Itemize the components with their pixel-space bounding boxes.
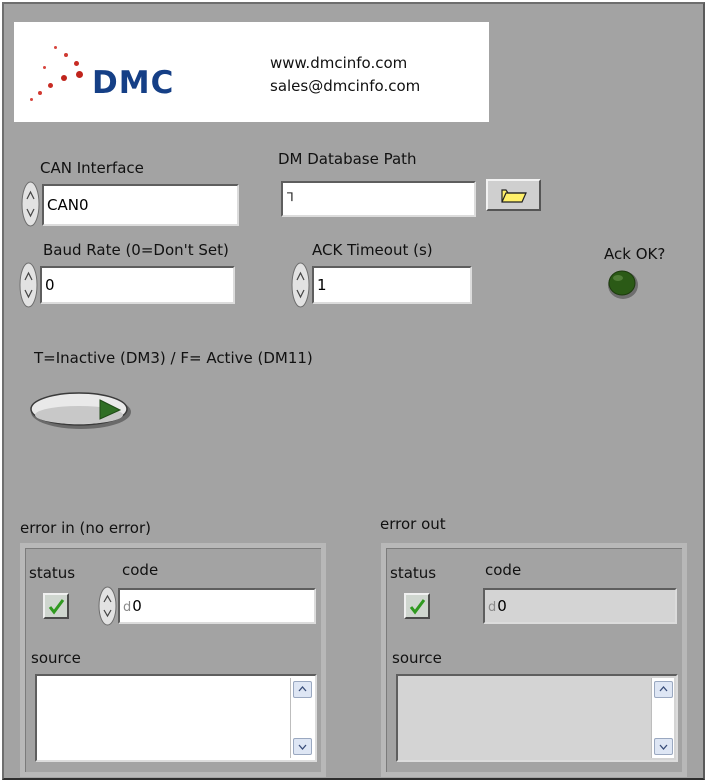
checkmark-icon: [48, 599, 65, 615]
error-in-code-value: 0: [132, 597, 142, 615]
error-in-code-increment-decrement[interactable]: [98, 586, 117, 626]
error-in-status-indicator[interactable]: [43, 593, 69, 619]
browse-button[interactable]: [486, 179, 541, 211]
error-out-title: error out: [380, 515, 446, 533]
mode-toggle-switch[interactable]: [28, 388, 138, 432]
error-out-code-value: 0: [497, 597, 507, 615]
error-in-source-scrollbar[interactable]: [290, 678, 313, 758]
baud-rate-field[interactable]: 0: [40, 266, 235, 304]
scroll-down-button[interactable]: [654, 738, 673, 755]
folder-open-icon: [501, 189, 527, 203]
logo-dot: [64, 53, 68, 57]
baud-rate-label: Baud Rate (0=Don't Set): [43, 241, 229, 259]
chevron-up-icon: [659, 686, 668, 692]
error-out-status-indicator: [404, 593, 430, 619]
error-out-source-field: [396, 674, 678, 762]
can-interface-increment-decrement[interactable]: [21, 181, 40, 227]
ack-ok-label: Ack OK?: [604, 245, 666, 263]
error-in-source-field[interactable]: [35, 674, 317, 762]
logo-dot: [43, 66, 46, 69]
mode-switch-label: T=Inactive (DM3) / F= Active (DM11): [34, 349, 313, 367]
can-interface-field[interactable]: CAN0: [42, 184, 239, 226]
dmc-logo: DMC www.dmcinfo.com sales@dmcinfo.com: [14, 22, 489, 122]
ack-timeout-field[interactable]: 1: [312, 266, 472, 304]
error-out-source-label: source: [392, 649, 442, 667]
spinner-arrows-icon: [21, 181, 40, 227]
scroll-down-button[interactable]: [293, 738, 312, 755]
logo-dot: [61, 75, 67, 81]
error-in-code-field[interactable]: d0: [118, 588, 316, 624]
logo-dot: [54, 46, 57, 49]
spinner-arrows-icon: [19, 262, 38, 308]
logo-dot: [76, 71, 83, 78]
error-out-code-field: d0: [483, 588, 677, 624]
error-in-title: error in (no error): [20, 519, 151, 537]
path-icon: ⅂: [287, 190, 294, 204]
spinner-arrows-icon: [98, 586, 117, 626]
error-out-code-label: code: [485, 561, 522, 579]
error-in-code-label: code: [122, 561, 159, 579]
scroll-up-button[interactable]: [654, 681, 673, 698]
ack-timeout-label: ACK Timeout (s): [312, 241, 433, 259]
front-panel: DMC www.dmcinfo.com sales@dmcinfo.com CA…: [2, 2, 705, 780]
baud-rate-increment-decrement[interactable]: [19, 262, 38, 308]
logo-dot: [30, 98, 33, 101]
can-interface-label: CAN Interface: [40, 159, 144, 177]
chevron-down-icon: [659, 744, 668, 750]
error-out-cluster: status code d0 source: [381, 543, 687, 777]
logo-dot: [48, 83, 53, 88]
ack-timeout-increment-decrement[interactable]: [291, 262, 310, 308]
logo-wordmark: DMC: [92, 65, 175, 101]
logo-email: sales@dmcinfo.com: [270, 77, 421, 95]
logo-website: www.dmcinfo.com: [270, 54, 408, 72]
logo-dot: [38, 91, 42, 95]
spinner-arrows-icon: [291, 262, 310, 308]
error-in-status-label: status: [29, 564, 76, 582]
chevron-down-icon: [298, 744, 307, 750]
dm-database-path-field[interactable]: ⅂: [281, 181, 476, 217]
error-in-cluster: status code d0 source: [20, 543, 326, 777]
scroll-up-button[interactable]: [293, 681, 312, 698]
error-out-status-label: status: [390, 564, 437, 582]
radix-indicator: d: [123, 600, 132, 615]
error-out-source-scrollbar[interactable]: [651, 678, 674, 758]
logo-dot: [74, 61, 79, 66]
ack-ok-led[interactable]: [605, 266, 645, 302]
chevron-up-icon: [298, 686, 307, 692]
error-in-source-label: source: [31, 649, 81, 667]
dm-database-path-label: DM Database Path: [278, 150, 417, 168]
radix-indicator: d: [488, 600, 497, 615]
checkmark-icon: [409, 599, 426, 615]
